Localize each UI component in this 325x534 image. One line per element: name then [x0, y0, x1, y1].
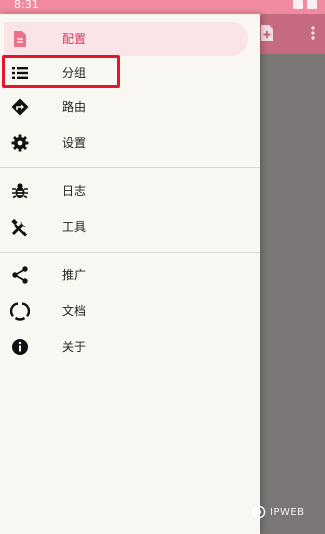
nav-item-docs[interactable]: 文档 [0, 294, 260, 328]
nav-item-label: 路由 [62, 100, 87, 114]
highlight-box [2, 55, 120, 88]
route-icon [11, 98, 29, 116]
nav-item-route[interactable]: 路由 [0, 90, 260, 124]
battery-icon [307, 0, 317, 9]
status-bar: 8:31 [0, 0, 325, 14]
nav-item-label: 日志 [62, 184, 87, 198]
nav-item-label: 工具 [62, 220, 87, 234]
info-icon [12, 339, 28, 355]
nav-item-label: 配置 [62, 32, 87, 46]
nav-item-label: 关于 [62, 340, 87, 354]
nav-item-label: 推广 [62, 268, 87, 282]
gear-icon [11, 134, 29, 152]
tools-icon [11, 218, 28, 237]
share-icon [12, 266, 28, 284]
bug-icon [12, 183, 28, 199]
document-icon [14, 31, 26, 47]
nav-item-promote[interactable]: 推广 [0, 258, 260, 292]
nav-item-settings[interactable]: 设置 [0, 126, 260, 160]
nav-item-tools[interactable]: 工具 [0, 210, 260, 244]
notification-icon [293, 0, 303, 9]
navigation-drawer: 配置 分组 路由 设置 日志 工具 推广 文档 关于 [0, 14, 260, 534]
watermark: IPWEB [252, 505, 305, 519]
watermark-logo-icon [252, 505, 266, 519]
nav-item-profiles[interactable]: 配置 [4, 22, 248, 56]
status-icons [293, 0, 317, 9]
docs-ring-icon [10, 302, 30, 321]
more-vert-icon[interactable] [302, 22, 324, 44]
divider [0, 252, 260, 253]
watermark-text: IPWEB [270, 506, 305, 518]
nav-item-label: 设置 [62, 136, 87, 150]
nav-item-label: 文档 [62, 304, 87, 318]
divider [0, 167, 260, 168]
status-time: 8:31 [14, 0, 39, 11]
nav-item-logs[interactable]: 日志 [0, 174, 260, 208]
nav-item-about[interactable]: 关于 [0, 330, 260, 364]
